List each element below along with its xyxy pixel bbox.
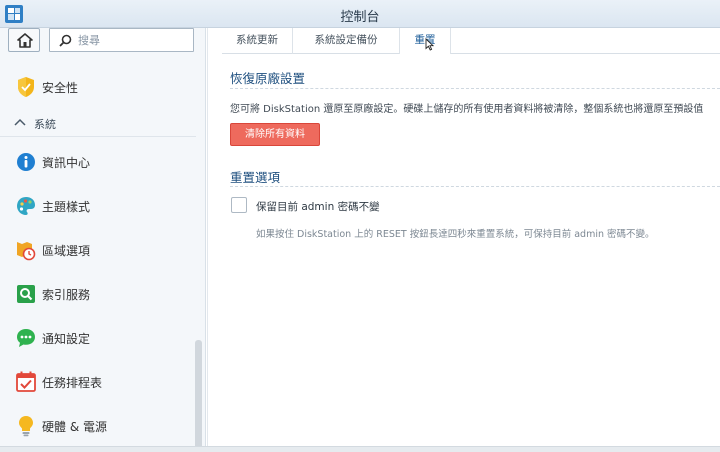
reset-hint-text: 如果按住 DiskStation 上的 RESET 按鈕長達四秒來重置系統，可保… (256, 229, 655, 240)
sidebar-item-security[interactable]: 安全性 (0, 69, 196, 105)
sidebar-item-info-center[interactable]: 資訊中心 (0, 144, 196, 180)
factory-reset-description: 您可將 DiskStation 還原至原廠設定。硬碟上儲存的所有使用者資料將被清… (230, 104, 704, 115)
sidebar-item-notification[interactable]: 通知設定 (0, 320, 196, 356)
sidebar-item-theme[interactable]: 主題樣式 (0, 188, 196, 224)
sidebar-item-task-scheduler[interactable]: 任務排程表 (0, 364, 196, 400)
sidebar-item-regional-options[interactable]: 區域選項 (0, 232, 196, 268)
tab-system-update[interactable]: 系統更新 (222, 28, 293, 54)
horizontal-scrollbar[interactable] (0, 446, 720, 452)
sidebar-section-system[interactable]: 系統 (0, 112, 196, 137)
search-field[interactable] (49, 28, 194, 52)
keep-admin-password-label[interactable]: 保留目前 admin 密碼不變 (256, 199, 380, 214)
sidebar-item-label: 任務排程表 (42, 376, 103, 390)
sidebar-item-label: 硬體 & 電源 (42, 420, 107, 434)
window-title: 控制台 (340, 10, 380, 25)
sidebar-item-hardware-power[interactable]: 硬體 & 電源 (0, 408, 196, 444)
tab-bar: 系統更新 系統設定備份 重置 (222, 28, 720, 54)
sidebar: 安全性 系統 資訊中心 主題樣式 區域選 (0, 28, 206, 452)
reset-options-title: 重置選項 (230, 170, 281, 185)
sidebar-item-label: 索引服務 (42, 288, 91, 302)
chevron-up-icon (14, 118, 26, 126)
sidebar-item-label: 安全性 (42, 81, 79, 95)
home-icon (17, 33, 33, 48)
keep-admin-password-checkbox[interactable] (231, 197, 247, 213)
chat-bubble-icon (17, 329, 35, 347)
sidebar-item-label: 區域選項 (42, 244, 91, 258)
sidebar-item-label: 主題樣式 (42, 200, 91, 214)
shield-icon (18, 77, 34, 97)
sidebar-section-label: 系統 (34, 118, 56, 131)
search-input[interactable] (78, 32, 188, 48)
section-divider (230, 88, 720, 89)
home-button[interactable] (8, 28, 40, 52)
sidebar-item-label: 資訊中心 (42, 156, 91, 170)
palette-icon (17, 197, 35, 215)
info-icon (17, 153, 35, 171)
factory-reset-title: 恢復原廠設置 (230, 71, 306, 86)
lightbulb-icon (19, 416, 33, 437)
sidebar-item-label: 通知設定 (42, 332, 91, 346)
sidebar-scrollbar[interactable] (195, 340, 202, 452)
sidebar-item-indexing-service[interactable]: 索引服務 (0, 276, 196, 312)
regional-clock-icon (17, 242, 36, 261)
erase-all-data-button[interactable]: 清除所有資料 (230, 123, 320, 146)
main-panel: 系統更新 系統設定備份 重置 恢復原廠設置 您可將 DiskStation 還原… (207, 28, 720, 452)
calendar-check-icon (16, 371, 36, 392)
mouse-cursor-icon (425, 38, 434, 51)
title-bar: 控制台 (0, 0, 720, 28)
index-search-icon (17, 285, 35, 303)
search-icon (59, 34, 72, 47)
tab-config-backup[interactable]: 系統設定備份 (293, 28, 400, 54)
section-divider (230, 186, 720, 187)
